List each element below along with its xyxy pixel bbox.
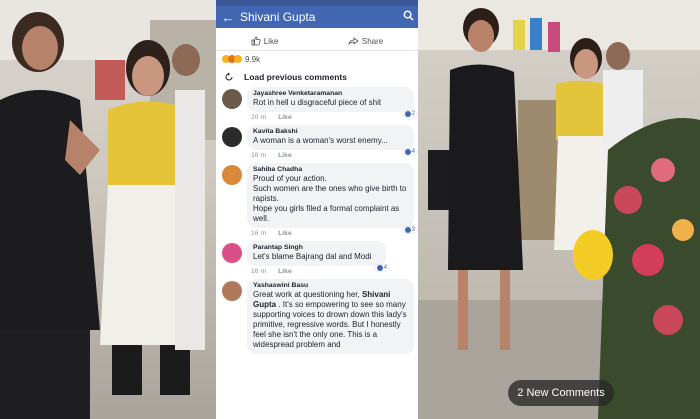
avatar[interactable] bbox=[222, 127, 242, 147]
share-button[interactable]: Share bbox=[348, 36, 383, 46]
comment-like-button[interactable]: Like bbox=[278, 152, 292, 159]
comment-item: Parantap Singh Let's blame Bajrang dal a… bbox=[216, 241, 418, 275]
comment-time: 16 m bbox=[251, 152, 267, 159]
comment-item: Jayashree Venketaramanan Rot in hell u d… bbox=[216, 87, 418, 121]
reactions-summary[interactable]: 9.9k bbox=[216, 51, 418, 67]
comment-like-button[interactable]: Like bbox=[278, 268, 292, 275]
comment-text-part: . It's so empowering to see so many supp… bbox=[253, 300, 407, 349]
comment-text-part: Great work at questioning her, bbox=[253, 290, 362, 299]
comment-like-count[interactable]: 4 bbox=[402, 149, 417, 155]
like-count: 4 bbox=[411, 149, 415, 155]
new-comments-pill[interactable]: 2 New Comments bbox=[508, 380, 614, 406]
page-title: Shivani Gupta bbox=[240, 10, 316, 24]
avatar[interactable] bbox=[222, 165, 242, 185]
right-photo bbox=[418, 0, 700, 419]
comment-time: 20 m bbox=[251, 114, 267, 121]
like-badge-icon bbox=[404, 111, 411, 117]
share-label: Share bbox=[361, 36, 384, 46]
comment-like-button[interactable]: Like bbox=[278, 230, 292, 237]
comment-bubble: Sahiba Chadha Proud of your action. Such… bbox=[247, 163, 417, 233]
like-count: 2 bbox=[411, 111, 415, 117]
like-badge-icon bbox=[404, 227, 411, 233]
facebook-comments-panel: ← Shivani Gupta Like Share 9.9k Load pre… bbox=[216, 0, 418, 419]
avatar[interactable] bbox=[222, 243, 242, 263]
load-previous-label: Load previous comments bbox=[244, 72, 347, 82]
comment-item: Yashaswini Basu Great work at questionin… bbox=[216, 279, 418, 354]
share-icon bbox=[348, 37, 359, 46]
refresh-icon bbox=[225, 72, 233, 81]
comment-text: A woman is a woman's worst enemy... bbox=[253, 136, 388, 145]
commenter-name[interactable]: Yashaswini Basu bbox=[253, 282, 408, 289]
avatar[interactable] bbox=[222, 89, 242, 109]
comment-text: Rot in hell u disgraceful piece of shit bbox=[253, 98, 382, 107]
commenter-name[interactable]: Jayashree Venketaramanan bbox=[253, 90, 408, 97]
comment-text: Proud of your action. Such women are the… bbox=[253, 174, 407, 223]
comment-bubble: Yashaswini Basu Great work at questionin… bbox=[247, 279, 414, 354]
like-count: 4 bbox=[383, 265, 387, 271]
comment-item: Sahiba Chadha Proud of your action. Such… bbox=[216, 163, 418, 237]
commenter-name[interactable]: Parantap Singh bbox=[253, 244, 380, 251]
comment-bubble: Jayashree Venketaramanan Rot in hell u d… bbox=[247, 87, 417, 117]
like-badge-icon bbox=[376, 265, 383, 271]
comment-bubble: Kavita Bakshi A woman is a woman's worst… bbox=[247, 125, 417, 155]
like-badge-icon bbox=[404, 149, 411, 155]
like-button[interactable]: Like bbox=[251, 36, 279, 46]
comment-time: 16 m bbox=[251, 268, 267, 275]
comment-text: Let's blame Bajrang dal and Modi bbox=[253, 252, 372, 261]
thumbs-up-icon bbox=[251, 36, 261, 46]
sad-reaction-icon bbox=[234, 55, 242, 63]
comment-item: Kavita Bakshi A woman is a woman's worst… bbox=[216, 125, 418, 159]
comment-like-button[interactable]: Like bbox=[278, 114, 292, 121]
like-count: 3 bbox=[411, 227, 415, 233]
left-photo-scene bbox=[0, 0, 216, 419]
left-photo bbox=[0, 0, 216, 419]
avatar[interactable] bbox=[222, 281, 242, 301]
like-label: Like bbox=[263, 36, 279, 46]
comment-like-count[interactable]: 3 bbox=[402, 227, 417, 233]
reaction-count: 9.9k bbox=[245, 54, 261, 64]
comment-like-count[interactable]: 2 bbox=[402, 111, 417, 117]
back-arrow-icon[interactable]: ← bbox=[216, 10, 240, 25]
comment-like-count[interactable]: 4 bbox=[374, 265, 389, 271]
comment-text: Great work at questioning her, Shivani G… bbox=[253, 290, 408, 350]
commenter-name[interactable]: Sahiba Chadha bbox=[253, 166, 408, 173]
right-photo-scene bbox=[418, 0, 700, 419]
comment-time: 16 m bbox=[251, 230, 267, 237]
post-actions: Like Share bbox=[216, 32, 418, 51]
app-header: ← Shivani Gupta bbox=[216, 6, 418, 28]
commenter-name[interactable]: Kavita Bakshi bbox=[253, 128, 408, 135]
search-icon[interactable] bbox=[398, 10, 418, 24]
comment-bubble: Parantap Singh Let's blame Bajrang dal a… bbox=[247, 241, 389, 271]
load-previous-comments[interactable]: Load previous comments bbox=[216, 67, 418, 87]
